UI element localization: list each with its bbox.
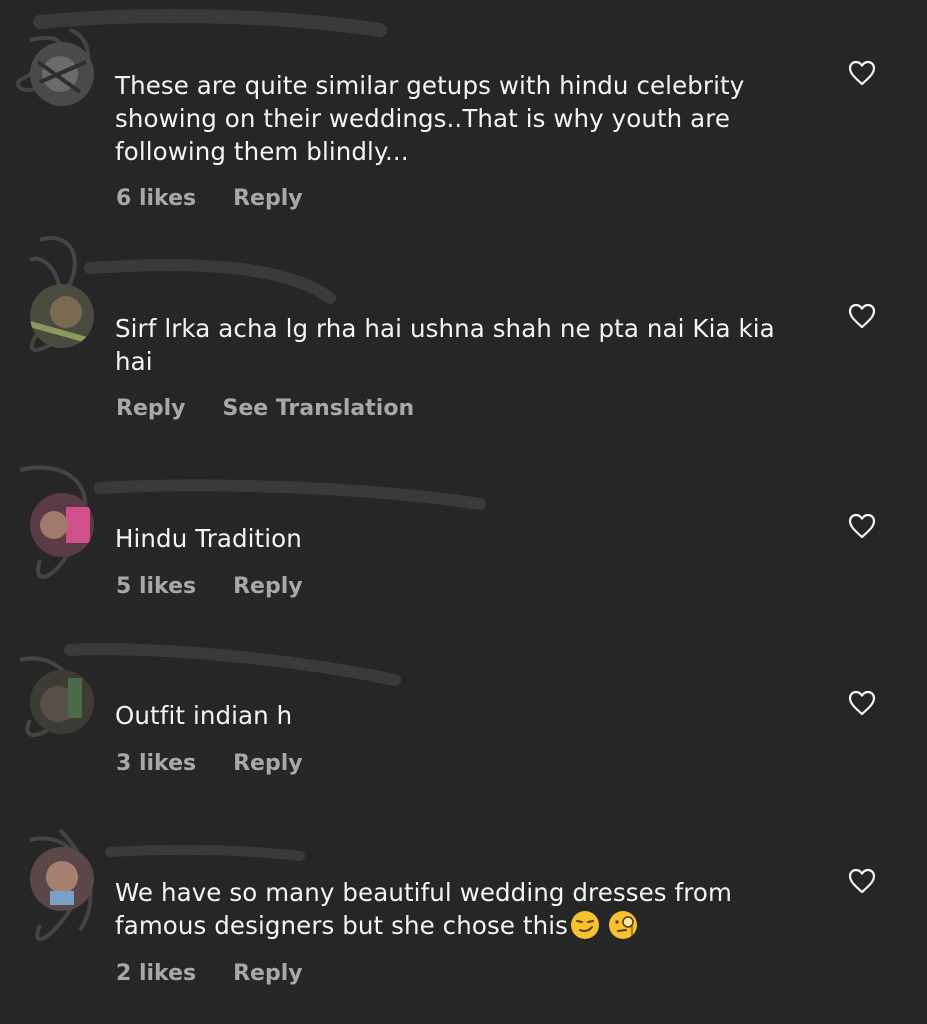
monocle-emoji-icon <box>609 911 637 939</box>
heart-outline-icon[interactable] <box>848 60 876 86</box>
heart-outline-icon[interactable] <box>848 690 876 716</box>
comments-page: These are quite similar getups with hind… <box>0 0 927 1024</box>
comment-text-content: We have so many beautiful wedding dresse… <box>115 878 732 940</box>
avatar[interactable] <box>30 847 94 911</box>
reply-button[interactable]: Reply <box>233 961 303 987</box>
comment-text: We have so many beautiful wedding dresse… <box>115 876 805 942</box>
heart-outline-icon[interactable] <box>848 303 876 329</box>
heart-outline-icon[interactable] <box>848 868 876 894</box>
heart-outline-icon[interactable] <box>848 513 876 539</box>
smirk-emoji-icon <box>571 911 599 939</box>
comment-actions: 2 likes Reply <box>116 961 303 987</box>
likes-count[interactable]: 2 likes <box>116 961 196 987</box>
redacted-username-scribble <box>29 828 305 942</box>
